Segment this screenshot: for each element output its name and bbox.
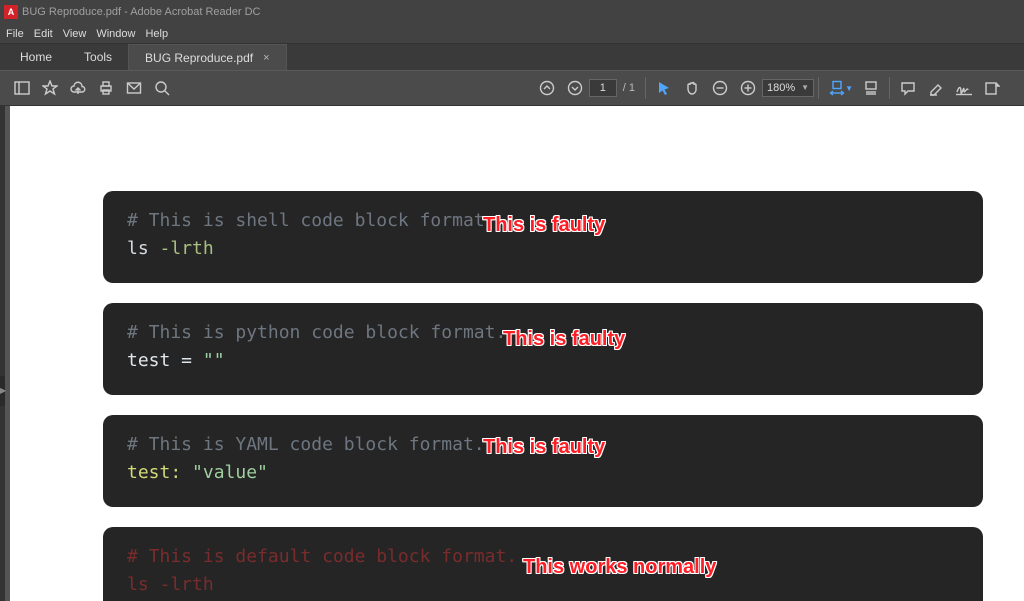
nav-expand-handle[interactable]: ▶ <box>0 376 5 406</box>
code-block-python: # This is python code block format. test… <box>103 303 983 395</box>
toolbar: 1 / 1 180% ▼ ▼ <box>0 70 1024 106</box>
annotation-faulty: This is faulty <box>503 325 625 353</box>
highlight-icon[interactable] <box>922 74 950 102</box>
pointer-icon[interactable] <box>650 74 678 102</box>
zoom-value: 180% <box>767 80 795 96</box>
code-text: test = <box>127 350 203 371</box>
menu-edit[interactable]: Edit <box>34 28 53 40</box>
annotation-faulty: This is faulty <box>483 211 605 239</box>
tab-document[interactable]: BUG Reproduce.pdf × <box>128 44 287 70</box>
page: # This is shell code block format. ls -l… <box>10 106 1024 601</box>
sidebar-toggle-icon[interactable] <box>8 74 36 102</box>
window-title: BUG Reproduce.pdf - Adobe Acrobat Reader… <box>22 6 260 18</box>
code-block-shell: # This is shell code block format. ls -l… <box>103 191 983 283</box>
window-titlebar: A BUG Reproduce.pdf - Adobe Acrobat Read… <box>0 0 1024 24</box>
cloud-icon[interactable] <box>64 74 92 102</box>
sign-icon[interactable] <box>950 74 978 102</box>
comment-icon[interactable] <box>894 74 922 102</box>
hand-icon[interactable] <box>678 74 706 102</box>
zoom-dropdown[interactable]: 180% ▼ <box>762 79 814 97</box>
tab-document-label: BUG Reproduce.pdf <box>145 51 253 65</box>
annotation-works: This works normally <box>523 553 716 581</box>
nav-rail <box>0 106 5 601</box>
code-text: ls <box>127 238 160 259</box>
menu-file[interactable]: File <box>6 28 24 40</box>
page-down-icon[interactable] <box>561 74 589 102</box>
page-view-icon[interactable] <box>857 74 885 102</box>
tab-home[interactable]: Home <box>4 44 68 70</box>
menu-window[interactable]: Window <box>96 28 135 40</box>
menu-view[interactable]: View <box>63 28 87 40</box>
page-number-input[interactable]: 1 <box>589 79 617 97</box>
code-text: test: <box>127 462 192 483</box>
document-stage: ▶ # This is shell code block format. ls … <box>0 106 1024 601</box>
code-text: "" <box>203 350 225 371</box>
separator <box>889 77 890 99</box>
menu-help[interactable]: Help <box>145 28 168 40</box>
code-text: -lrth <box>160 238 214 259</box>
code-block-yaml: # This is YAML code block format. test: … <box>103 415 983 507</box>
menu-bar: File Edit View Window Help <box>0 24 1024 44</box>
code-text: ls -lrth <box>127 574 214 595</box>
print-icon[interactable] <box>92 74 120 102</box>
star-icon[interactable] <box>36 74 64 102</box>
code-block-default: # This is default code block format. ls … <box>103 527 983 601</box>
page-total-label: / 1 <box>623 82 635 94</box>
separator <box>645 77 646 99</box>
zoom-out-icon[interactable] <box>706 74 734 102</box>
tab-tools[interactable]: Tools <box>68 44 128 70</box>
more-tools-icon[interactable] <box>978 74 1006 102</box>
zoom-in-icon[interactable] <box>734 74 762 102</box>
code-text: "value" <box>192 462 268 483</box>
search-icon[interactable] <box>148 74 176 102</box>
chevron-down-icon[interactable]: ▼ <box>845 84 853 93</box>
annotation-faulty: This is faulty <box>483 433 605 461</box>
chevron-down-icon: ▼ <box>801 80 809 96</box>
separator <box>818 77 819 99</box>
close-icon[interactable]: × <box>263 52 269 64</box>
mail-icon[interactable] <box>120 74 148 102</box>
tab-bar: Home Tools BUG Reproduce.pdf × <box>0 44 1024 70</box>
pdf-icon: A <box>4 5 18 19</box>
page-up-icon[interactable] <box>533 74 561 102</box>
